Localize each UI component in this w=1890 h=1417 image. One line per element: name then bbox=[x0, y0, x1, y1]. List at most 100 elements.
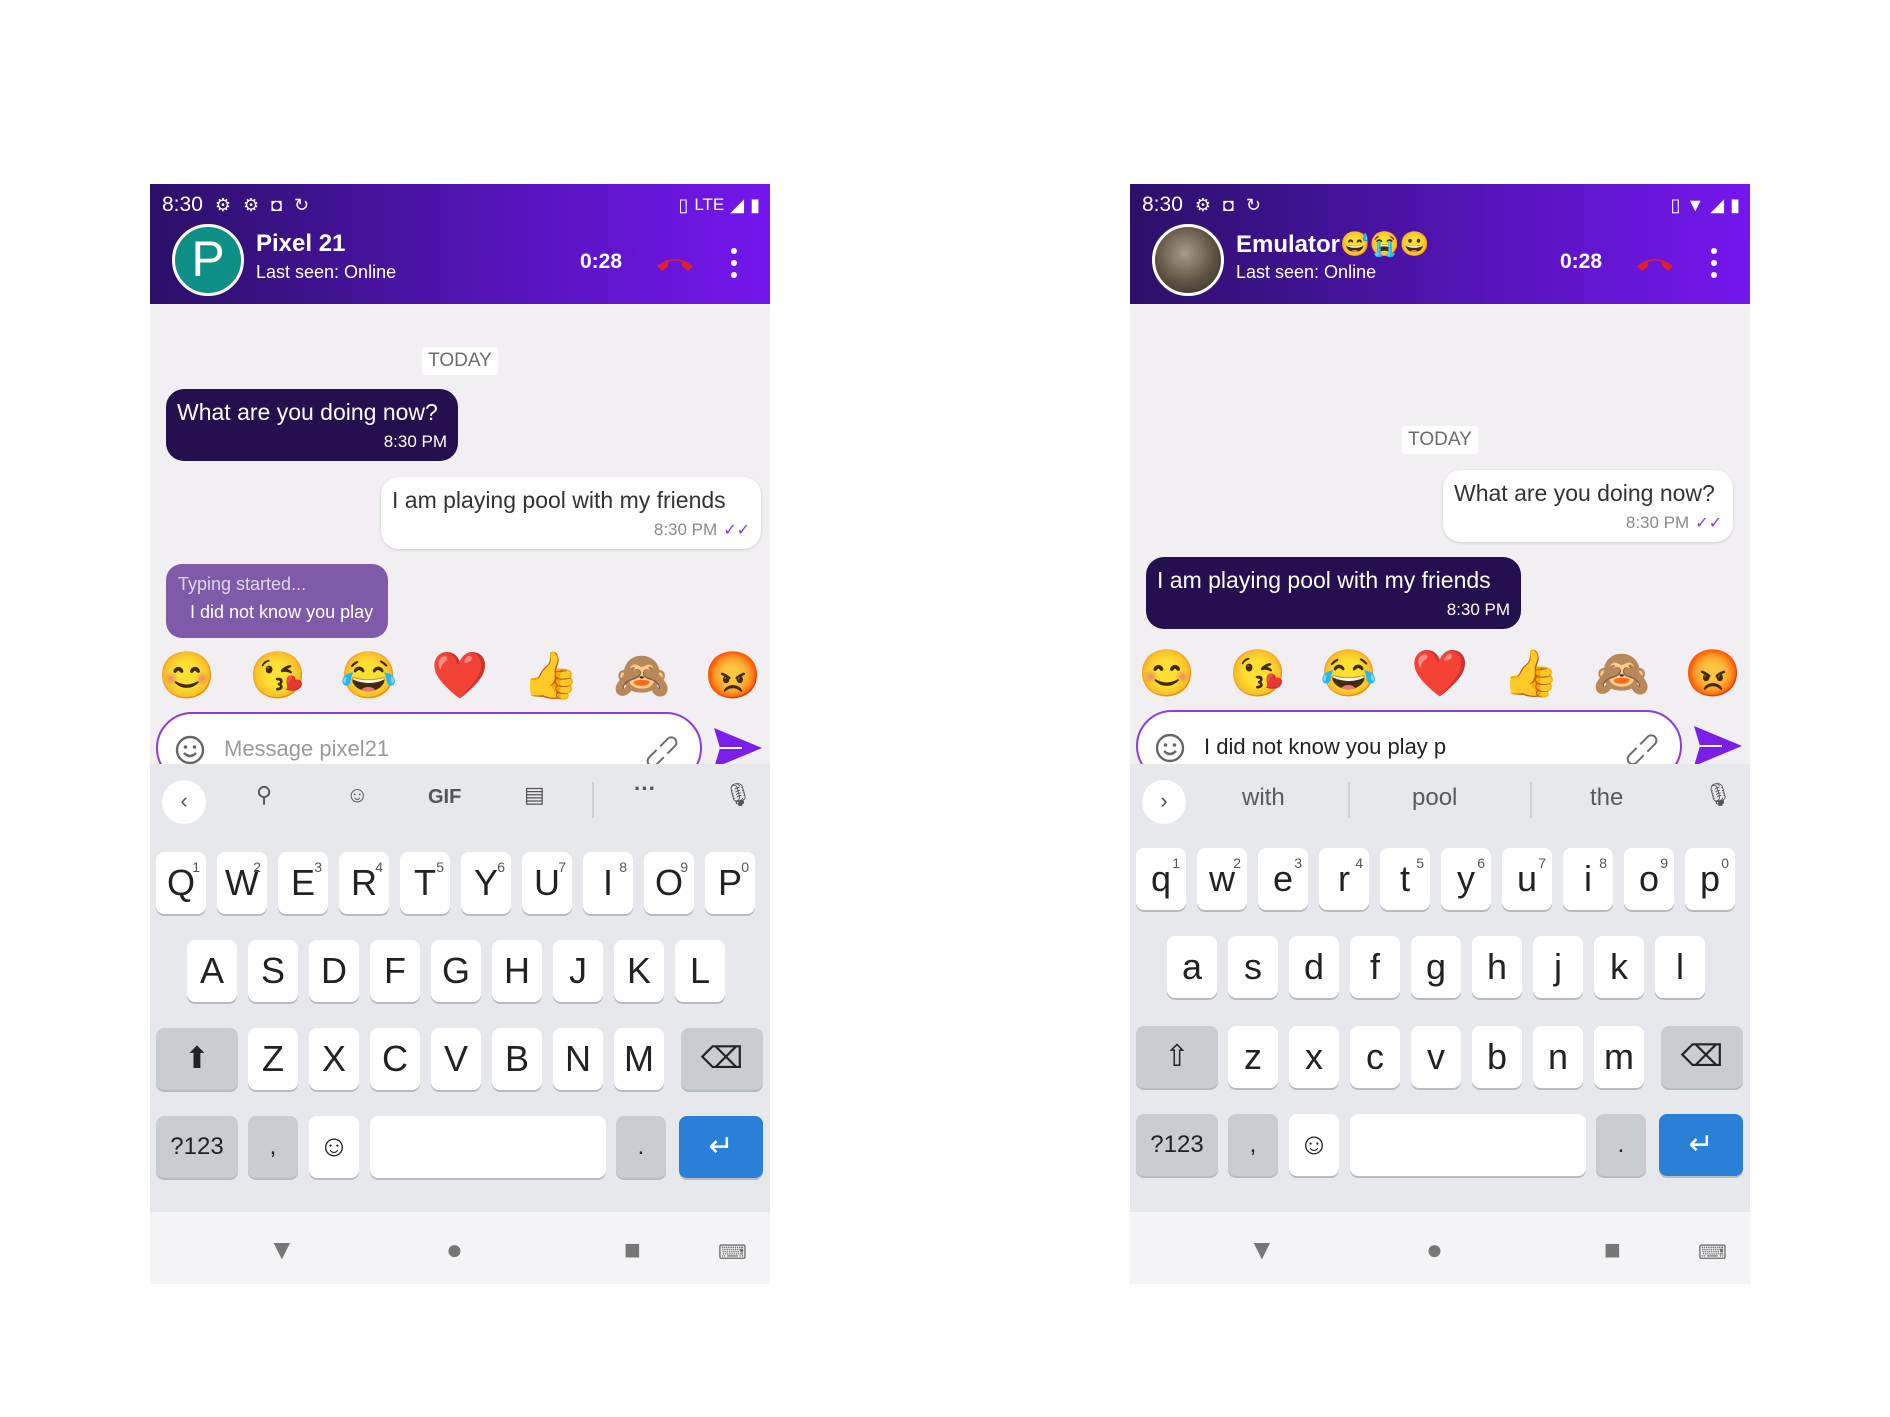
key-y[interactable]: Y6 bbox=[461, 852, 511, 914]
key-r[interactable]: r4 bbox=[1319, 848, 1369, 910]
send-icon[interactable] bbox=[1692, 724, 1744, 768]
key-i[interactable]: i8 bbox=[1563, 848, 1613, 910]
key-t[interactable]: T5 bbox=[400, 852, 450, 914]
nav-back-icon[interactable]: ▼ bbox=[268, 1234, 296, 1266]
emoji-thumbs-up[interactable]: 👍 bbox=[520, 648, 582, 702]
emoji-smile[interactable]: 😊 bbox=[156, 648, 218, 702]
key-j[interactable]: j bbox=[1533, 936, 1583, 998]
emoji-key-icon[interactable]: ☺ bbox=[309, 1116, 359, 1178]
key-u[interactable]: U7 bbox=[522, 852, 572, 914]
avatar[interactable] bbox=[1152, 224, 1224, 296]
hang-up-icon[interactable] bbox=[655, 254, 695, 274]
avatar[interactable]: P bbox=[172, 224, 244, 296]
symbols-key[interactable]: ?123 bbox=[156, 1116, 238, 1178]
key-q[interactable]: Q1 bbox=[156, 852, 206, 914]
key-p[interactable]: p0 bbox=[1685, 848, 1735, 910]
more-icon[interactable]: ··· bbox=[634, 776, 656, 802]
enter-icon[interactable]: ↵ bbox=[1659, 1114, 1743, 1176]
backspace-icon[interactable]: ⌫ bbox=[681, 1028, 763, 1090]
key-d[interactable]: D bbox=[309, 940, 359, 1002]
contact-name[interactable]: Pixel 21 bbox=[256, 230, 345, 258]
key-m[interactable]: M bbox=[614, 1028, 664, 1090]
key-j[interactable]: J bbox=[553, 940, 603, 1002]
emoji-kiss[interactable]: 😘 bbox=[247, 648, 309, 702]
emoji-see-no-evil[interactable]: 🙈 bbox=[1591, 646, 1653, 700]
emoji-picker-icon[interactable] bbox=[1154, 732, 1186, 764]
period-key[interactable]: . bbox=[616, 1116, 666, 1178]
key-i[interactable]: I8 bbox=[583, 852, 633, 914]
nav-recents-icon[interactable]: ■ bbox=[1604, 1234, 1621, 1266]
suggestion-2[interactable]: pool bbox=[1412, 784, 1457, 812]
key-v[interactable]: V bbox=[431, 1028, 481, 1090]
key-z[interactable]: Z bbox=[248, 1028, 298, 1090]
key-y[interactable]: y6 bbox=[1441, 848, 1491, 910]
emoji-key-icon[interactable]: ☺ bbox=[1289, 1114, 1339, 1176]
key-n[interactable]: n bbox=[1533, 1026, 1583, 1088]
key-t[interactable]: t5 bbox=[1380, 848, 1430, 910]
emoji-picker-icon[interactable] bbox=[174, 734, 206, 766]
gif-button[interactable]: GIF bbox=[428, 786, 461, 809]
emoji-kiss[interactable]: 😘 bbox=[1227, 646, 1289, 700]
message-incoming[interactable]: I am playing pool with my friends 8:30 P… bbox=[1146, 557, 1521, 629]
message-outgoing[interactable]: What are you doing now? 8:30 PM ✓✓ bbox=[1443, 470, 1733, 542]
key-s[interactable]: S bbox=[248, 940, 298, 1002]
sticker-icon[interactable]: ☺ bbox=[346, 782, 368, 808]
nav-home-icon[interactable]: ● bbox=[446, 1234, 463, 1266]
enter-icon[interactable]: ↵ bbox=[679, 1116, 763, 1178]
hang-up-icon[interactable] bbox=[1635, 254, 1675, 274]
key-l[interactable]: l bbox=[1655, 936, 1705, 998]
key-g[interactable]: g bbox=[1411, 936, 1461, 998]
key-b[interactable]: B bbox=[492, 1028, 542, 1090]
key-a[interactable]: A bbox=[187, 940, 237, 1002]
key-h[interactable]: H bbox=[492, 940, 542, 1002]
emoji-smile[interactable]: 😊 bbox=[1136, 646, 1198, 700]
key-e[interactable]: e3 bbox=[1258, 848, 1308, 910]
mic-icon[interactable]: 🎙 bbox=[1704, 782, 1732, 808]
key-x[interactable]: x bbox=[1289, 1026, 1339, 1088]
key-f[interactable]: F bbox=[370, 940, 420, 1002]
emoji-thumbs-up[interactable]: 👍 bbox=[1500, 646, 1562, 700]
shift-key[interactable]: ⬆ bbox=[156, 1028, 238, 1090]
key-a[interactable]: a bbox=[1167, 936, 1217, 998]
emoji-heart[interactable]: ❤️ bbox=[1409, 646, 1471, 700]
key-u[interactable]: u7 bbox=[1502, 848, 1552, 910]
clipboard-icon[interactable]: ▤ bbox=[524, 782, 545, 808]
nav-back-icon[interactable]: ▼ bbox=[1248, 1234, 1276, 1266]
back-icon[interactable]: ‹ bbox=[162, 780, 206, 824]
keyboard-switch-icon[interactable]: ⌨ bbox=[718, 1240, 747, 1265]
key-v[interactable]: v bbox=[1411, 1026, 1461, 1088]
suggestion-3[interactable]: the bbox=[1590, 784, 1623, 812]
emoji-laugh[interactable]: 😂 bbox=[338, 648, 400, 702]
key-r[interactable]: R4 bbox=[339, 852, 389, 914]
key-g[interactable]: G bbox=[431, 940, 481, 1002]
key-o[interactable]: o9 bbox=[1624, 848, 1674, 910]
key-k[interactable]: k bbox=[1594, 936, 1644, 998]
key-q[interactable]: q1 bbox=[1136, 848, 1186, 910]
backspace-icon[interactable]: ⌫ bbox=[1661, 1026, 1743, 1088]
nav-recents-icon[interactable]: ■ bbox=[624, 1234, 641, 1266]
key-c[interactable]: c bbox=[1350, 1026, 1400, 1088]
key-p[interactable]: P0 bbox=[705, 852, 755, 914]
key-l[interactable]: L bbox=[675, 940, 725, 1002]
search-icon[interactable]: ⚲ bbox=[256, 782, 272, 808]
emoji-angry[interactable]: 😡 bbox=[1682, 646, 1744, 700]
emoji-angry[interactable]: 😡 bbox=[702, 648, 764, 702]
suggestion-1[interactable]: with bbox=[1242, 784, 1285, 812]
emoji-laugh[interactable]: 😂 bbox=[1318, 646, 1380, 700]
shift-key[interactable]: ⇧ bbox=[1136, 1026, 1218, 1088]
key-n[interactable]: N bbox=[553, 1028, 603, 1090]
space-key[interactable] bbox=[1350, 1114, 1586, 1176]
key-e[interactable]: E3 bbox=[278, 852, 328, 914]
expand-toolbar-icon[interactable]: › bbox=[1142, 780, 1186, 824]
comma-key[interactable]: , bbox=[1228, 1114, 1278, 1176]
key-h[interactable]: h bbox=[1472, 936, 1522, 998]
key-o[interactable]: O9 bbox=[644, 852, 694, 914]
message-incoming[interactable]: What are you doing now? 8:30 PM bbox=[166, 389, 458, 461]
mic-icon[interactable]: 🎙 bbox=[724, 782, 752, 808]
space-key[interactable] bbox=[370, 1116, 606, 1178]
period-key[interactable]: . bbox=[1596, 1114, 1646, 1176]
key-m[interactable]: m bbox=[1594, 1026, 1644, 1088]
key-d[interactable]: d bbox=[1289, 936, 1339, 998]
keyboard-switch-icon[interactable]: ⌨ bbox=[1698, 1240, 1727, 1265]
emoji-see-no-evil[interactable]: 🙈 bbox=[611, 648, 673, 702]
